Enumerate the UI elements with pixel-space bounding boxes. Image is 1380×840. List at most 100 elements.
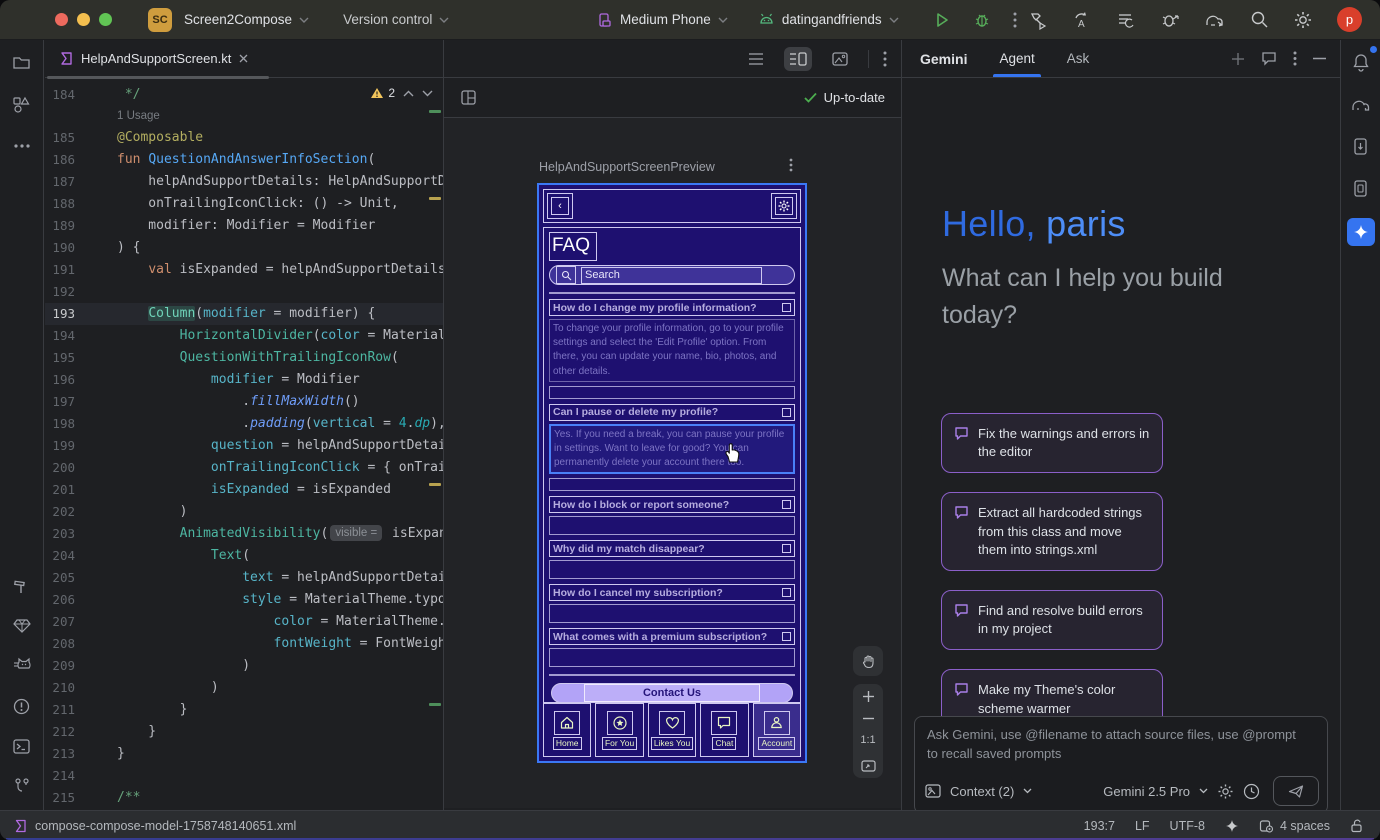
build-tool-icon[interactable] xyxy=(8,572,36,600)
profiler-icon[interactable] xyxy=(1160,10,1180,30)
code-editor[interactable]: 2 184 */1 Usage185@Composable186fun Ques… xyxy=(45,78,443,808)
layout-grid-icon[interactable] xyxy=(460,89,477,106)
notifications-icon[interactable] xyxy=(1347,48,1375,76)
code-line[interactable]: 188 onTrailingIconClick: () -> Unit, xyxy=(45,193,443,215)
gemini-input-box[interactable]: Ask Gemini, use @filename to attach sour… xyxy=(914,716,1328,814)
faq-question-row[interactable]: How do I change my profile information? xyxy=(549,299,795,316)
code-line[interactable]: 187 helpAndSupportDetails: HelpAndSuppor… xyxy=(45,171,443,193)
minimize-window-button[interactable] xyxy=(77,13,90,26)
gemini-sparkle-icon[interactable] xyxy=(1225,819,1239,833)
tab-agent[interactable]: Agent xyxy=(999,40,1034,77)
logcat-icon[interactable] xyxy=(8,652,36,680)
nav-item-likes-you[interactable]: Likes You xyxy=(648,703,696,757)
search-bar[interactable]: Search xyxy=(549,265,795,285)
file-encoding[interactable]: UTF-8 xyxy=(1170,819,1205,833)
code-line[interactable]: 207 color = MaterialTheme. xyxy=(45,611,443,633)
gradle-sync-icon[interactable] xyxy=(1204,10,1226,30)
todo-list-icon[interactable] xyxy=(1116,10,1136,30)
tab-ask[interactable]: Ask xyxy=(1067,40,1090,77)
code-line[interactable]: 196 modifier = Modifier xyxy=(45,369,443,391)
run-configuration-selector[interactable]: datingandfriends xyxy=(758,12,899,27)
code-line[interactable]: 212 } xyxy=(45,721,443,743)
project-menu[interactable]: Screen2Compose xyxy=(184,12,309,27)
send-button[interactable] xyxy=(1273,776,1319,806)
history-icon[interactable] xyxy=(1243,783,1260,800)
gemini-tool-icon[interactable] xyxy=(1347,218,1375,246)
nav-item-for-you[interactable]: For You xyxy=(595,703,643,757)
preview-canvas[interactable]: HelpAndSupportScreenPreview ‹ FAQ Search… xyxy=(444,118,901,808)
code-line[interactable]: 195 QuestionWithTrailingIconRow( xyxy=(45,347,443,369)
code-line[interactable]: 194 HorizontalDivider(color = Material xyxy=(45,325,443,347)
code-line[interactable]: 197 .fillMaxWidth() xyxy=(45,391,443,413)
problems-icon[interactable] xyxy=(8,692,36,720)
zoom-actual-size-button[interactable]: 1:1 xyxy=(860,734,875,746)
suggestion-card[interactable]: Find and resolve build errors in my proj… xyxy=(941,590,1163,650)
app-quality-insights-icon[interactable] xyxy=(8,612,36,640)
faq-question-row[interactable]: What comes with a premium subscription? xyxy=(549,628,795,645)
contact-us-button[interactable]: Contact Us xyxy=(551,683,793,703)
code-line[interactable]: 205 text = helpAndSupportDetai xyxy=(45,567,443,589)
nav-item-home[interactable]: Home xyxy=(543,703,591,757)
code-line[interactable]: 201 isExpanded = isExpanded xyxy=(45,479,443,501)
preview-options-menu[interactable] xyxy=(883,51,887,67)
unlocked-icon[interactable] xyxy=(1350,818,1364,833)
settings-button[interactable] xyxy=(771,193,797,219)
search-input[interactable]: Search xyxy=(581,267,762,284)
code-line[interactable]: 203 AnimatedVisibility(visible = isExpan xyxy=(45,523,443,545)
running-devices-icon[interactable] xyxy=(1347,174,1375,202)
code-line[interactable]: 185@Composable xyxy=(45,127,443,149)
code-line[interactable]: 202 ) xyxy=(45,501,443,523)
resource-manager-icon[interactable] xyxy=(8,90,36,118)
faq-question-row[interactable]: Can I pause or delete my profile? xyxy=(549,404,795,421)
expand-toggle-icon[interactable] xyxy=(782,303,791,312)
build-run-icon[interactable] xyxy=(1028,10,1048,30)
faq-question-row[interactable]: How do I block or report someone? xyxy=(549,496,795,513)
new-chat-icon[interactable] xyxy=(1231,52,1245,66)
version-control-menu[interactable]: Version control xyxy=(343,12,449,27)
nav-item-chat[interactable]: Chat xyxy=(700,703,748,757)
settings-gear-icon[interactable] xyxy=(1293,10,1313,30)
code-line[interactable]: 209 ) xyxy=(45,655,443,677)
preview-item-menu[interactable] xyxy=(789,158,793,172)
attach-image-icon[interactable] xyxy=(925,784,941,798)
usage-hint[interactable]: 1 Usage xyxy=(117,106,160,127)
expand-toggle-icon[interactable] xyxy=(782,500,791,509)
terminal-icon[interactable] xyxy=(8,732,36,760)
user-avatar[interactable]: p xyxy=(1337,7,1362,32)
split-view-button[interactable] xyxy=(784,47,812,71)
faq-answer-text[interactable]: Yes. If you need a break, you can pause … xyxy=(549,424,795,475)
code-line[interactable]: 192 xyxy=(45,281,443,303)
code-view-button[interactable] xyxy=(742,47,770,71)
code-line[interactable]: 208 fontWeight = FontWeigh xyxy=(45,633,443,655)
code-line[interactable]: 215/** xyxy=(45,787,443,808)
suggestion-card[interactable]: Extract all hardcoded strings from this … xyxy=(941,492,1163,571)
code-assist-icon[interactable]: A xyxy=(1072,10,1092,30)
design-view-button[interactable] xyxy=(826,47,854,71)
device-selector[interactable]: Medium Phone xyxy=(597,12,728,28)
code-line[interactable]: 191 val isExpanded = helpAndSupportDetai… xyxy=(45,259,443,281)
search-everywhere-icon[interactable] xyxy=(1250,10,1269,29)
zoom-to-fit-button[interactable] xyxy=(861,760,876,772)
code-line[interactable]: 184 */ xyxy=(45,84,443,106)
expand-toggle-icon[interactable] xyxy=(782,632,791,641)
code-line[interactable]: 204 Text( xyxy=(45,545,443,567)
editor-tab[interactable]: HelpAndSupportScreen.kt xyxy=(45,40,262,77)
maximize-window-button[interactable] xyxy=(99,13,112,26)
hide-panel-icon[interactable] xyxy=(1313,57,1326,60)
caret-position[interactable]: 193:7 xyxy=(1084,819,1115,833)
gemini-options-menu[interactable] xyxy=(1293,51,1297,66)
code-line[interactable]: 198 .padding(vertical = 4.dp), xyxy=(45,413,443,435)
zoom-out-button[interactable] xyxy=(862,717,875,720)
code-line[interactable]: 211 } xyxy=(45,699,443,721)
status-file[interactable]: compose-compose-model-1758748140651.xml xyxy=(14,819,296,833)
phone-preview[interactable]: ‹ FAQ Search How do I change my profile … xyxy=(537,183,807,763)
zoom-in-button[interactable] xyxy=(862,690,875,703)
expand-toggle-icon[interactable] xyxy=(782,544,791,553)
code-line[interactable]: 199 question = helpAndSupportDetai xyxy=(45,435,443,457)
chat-history-icon[interactable] xyxy=(1261,51,1277,66)
faq-question-row[interactable]: How do I cancel my subscription? xyxy=(549,584,795,601)
code-line[interactable]: 213} xyxy=(45,743,443,765)
pan-tool-button[interactable] xyxy=(853,646,883,676)
run-button[interactable] xyxy=(933,11,951,29)
indent-widget[interactable]: 4 spaces xyxy=(1259,819,1330,833)
